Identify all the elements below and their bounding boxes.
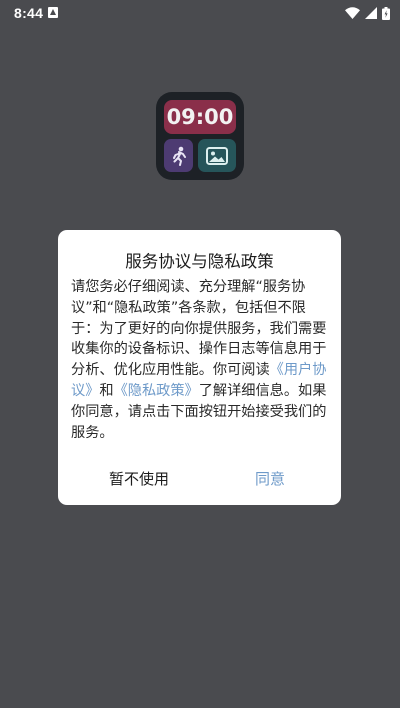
agree-button[interactable]: 同意 (240, 468, 300, 489)
logo-clock-display: 09:00 (164, 100, 236, 134)
app-logo: 09:00 (156, 92, 244, 180)
battery-icon (382, 6, 390, 20)
status-icons (345, 6, 390, 20)
dialog-body: 请您务必仔细阅读、充分理解“服务协议”和“隐私政策”各条款，包括但不限于：为了更… (71, 277, 329, 443)
wifi-icon (345, 7, 360, 19)
signal-icon (365, 7, 377, 19)
decline-button[interactable]: 暂不使用 (96, 468, 182, 489)
running-person-icon (172, 146, 186, 166)
app-notification-icon (48, 7, 58, 18)
logo-tile-left (164, 139, 193, 172)
image-icon (206, 146, 228, 165)
status-time: 8:44 (14, 5, 44, 21)
dialog-title: 服务协议与隐私政策 (125, 252, 274, 271)
logo-tile-right (198, 139, 236, 172)
privacy-consent-dialog: 服务协议与隐私政策 请您务必仔细阅读、充分理解“服务协议”和“隐私政策”各条款，… (58, 230, 341, 505)
privacy-policy-link[interactable]: 《隐私政策》 (114, 383, 199, 399)
status-bar: 8:44 (0, 0, 400, 28)
dialog-body-and: 和 (99, 382, 114, 399)
